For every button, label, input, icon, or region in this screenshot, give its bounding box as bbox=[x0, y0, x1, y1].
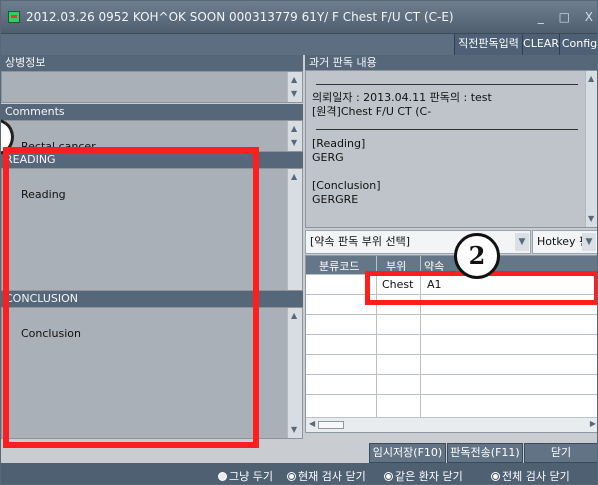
history-conclusion-value: GERGRE bbox=[312, 193, 359, 206]
grid-horizontal-line bbox=[306, 274, 597, 275]
scroll-right-icon[interactable]: ▶ bbox=[590, 419, 596, 428]
scroll-up-icon[interactable]: ▲ bbox=[291, 125, 299, 133]
conclusion-header: CONCLUSION bbox=[1, 291, 303, 307]
history-conclusion-label: [Conclusion] bbox=[312, 179, 381, 192]
scroll-left-icon[interactable]: ◀ bbox=[309, 419, 315, 428]
reading-value: Reading bbox=[21, 188, 66, 201]
scroll-up-icon[interactable]: ▲ bbox=[291, 312, 299, 320]
shortcut-location-value: [약속 판독 부위 선택] bbox=[310, 235, 411, 248]
grid-horizontal-scrollbar[interactable]: ◀ ▶ bbox=[306, 417, 597, 432]
window-title: 2012.03.26 0952 KOH^OK SOON 000313779 61… bbox=[26, 10, 454, 24]
grid-callout-badge: 2 bbox=[454, 233, 500, 279]
grid-cell-shortcut[interactable]: A1 bbox=[427, 278, 442, 291]
comments-header: Comments bbox=[1, 104, 303, 120]
radio-close-same-patient-label: 같은 환자 닫기 bbox=[395, 470, 463, 483]
previous-reading-input-button[interactable]: 직전판독입력 bbox=[454, 34, 522, 55]
radio-button-icon[interactable] bbox=[384, 472, 393, 481]
grid-header: 분류코드 부위 약속 bbox=[306, 256, 597, 274]
radio-close-same-patient-option[interactable]: 같은 환자 닫기 bbox=[384, 468, 463, 484]
config-button[interactable]: Config bbox=[559, 34, 597, 55]
history-separator-middle bbox=[316, 129, 578, 130]
scroll-up-icon[interactable]: ▲ bbox=[291, 173, 299, 181]
history-exam-line: [원격]Chest F/U CT (C- bbox=[312, 105, 432, 118]
clear-button[interactable]: CLEAR bbox=[522, 34, 559, 55]
history-separator-top bbox=[316, 84, 578, 85]
grid-header-code: 분류코드 bbox=[319, 260, 360, 273]
radio-close-all-label: 전체 검사 닫기 bbox=[502, 470, 570, 483]
grid-horizontal-line bbox=[306, 374, 597, 375]
title-bar: 2012.03.26 0952 KOH^OK SOON 000313779 61… bbox=[1, 1, 597, 34]
radio-close-current-option[interactable]: 현재 검사 닫기 bbox=[287, 468, 366, 484]
reading-textbox[interactable]: Reading ▲ bbox=[1, 168, 303, 291]
grid-cell-location[interactable]: Chest bbox=[382, 278, 413, 291]
comments-value: Rectal cancer bbox=[21, 140, 96, 152]
grid-horizontal-line bbox=[306, 394, 597, 395]
diagnosis-info-scrollbar[interactable]: ▲ ▼ bbox=[287, 72, 302, 102]
history-reading-value: GERG bbox=[312, 151, 344, 164]
radio-button-icon[interactable] bbox=[218, 472, 227, 481]
grid-horizontal-line bbox=[306, 334, 597, 335]
comments-scrollbar[interactable]: ▲ ▼ bbox=[287, 121, 302, 151]
reading-scrollbar[interactable]: ▲ bbox=[287, 169, 302, 290]
conclusion-scrollbar[interactable]: ▲ ▼ bbox=[287, 308, 302, 438]
scroll-up-icon[interactable]: ▲ bbox=[291, 76, 299, 84]
history-scrollbar[interactable]: ▲ ▼ bbox=[585, 71, 597, 227]
grid-header-shortcut: 약속 bbox=[424, 260, 445, 273]
app-icon bbox=[8, 11, 20, 23]
radio-keep-option[interactable]: 그냥 두기 bbox=[218, 468, 273, 484]
radio-close-current-label: 현재 검사 닫기 bbox=[298, 470, 366, 483]
scroll-up-icon[interactable]: ▲ bbox=[588, 75, 596, 83]
window-controls: _ □ X bbox=[527, 10, 593, 24]
grid-horizontal-line bbox=[306, 354, 597, 355]
diagnosis-info-textbox[interactable]: ▲ ▼ bbox=[1, 71, 303, 103]
scroll-down-icon[interactable]: ▼ bbox=[588, 215, 596, 223]
grid-header-location: 부위 bbox=[386, 260, 407, 273]
scroll-down-icon[interactable]: ▼ bbox=[291, 139, 299, 147]
radio-keep-label: 그냥 두기 bbox=[229, 470, 273, 483]
radio-button-icon[interactable] bbox=[287, 472, 296, 481]
comments-textbox[interactable]: Rectal cancer ▲ ▼ bbox=[1, 120, 303, 152]
diagnosis-info-header: 상병정보 bbox=[1, 55, 303, 71]
scroll-down-icon[interactable]: ▼ bbox=[291, 90, 299, 98]
grid-horizontal-line bbox=[306, 294, 597, 295]
grid-scroll-thumb[interactable] bbox=[318, 421, 344, 429]
hotkey-select[interactable]: Hotkey 편 ▼ bbox=[532, 230, 597, 254]
chevron-down-icon[interactable]: ▼ bbox=[582, 233, 596, 251]
past-reading-content[interactable]: 의뢰일자 : 2013.04.11 판독의 : test [원격]Chest F… bbox=[305, 70, 597, 228]
application-window: 2012.03.26 0952 KOH^OK SOON 000313779 61… bbox=[0, 0, 598, 485]
top-toolbar: 직전판독입력 CLEAR Config bbox=[1, 34, 597, 55]
grid-horizontal-line bbox=[306, 314, 597, 315]
maximize-icon[interactable]: □ bbox=[559, 10, 570, 24]
shortcut-grid[interactable]: 분류코드 부위 약속 Chest A1 ◀ ▶ bbox=[305, 255, 597, 433]
radio-button-icon[interactable] bbox=[491, 472, 500, 481]
close-icon[interactable]: X bbox=[585, 10, 593, 24]
send-reading-button[interactable]: 판독전송(F11) bbox=[447, 443, 523, 463]
temporary-save-button[interactable]: 임시저장(F10) bbox=[369, 443, 446, 463]
reading-header: READING bbox=[1, 152, 303, 168]
conclusion-textbox[interactable]: Conclusion ▲ ▼ bbox=[1, 307, 303, 439]
scroll-down-icon[interactable]: ▼ bbox=[291, 426, 299, 434]
conclusion-value: Conclusion bbox=[21, 327, 81, 340]
minimize-icon[interactable]: _ bbox=[538, 10, 544, 24]
past-reading-header: 과거 판독 내용 bbox=[305, 55, 597, 71]
close-button[interactable]: 닫기 bbox=[524, 443, 597, 463]
radio-close-all-option[interactable]: 전체 검사 닫기 bbox=[491, 468, 570, 484]
history-reading-label: [Reading] bbox=[312, 137, 366, 150]
history-request-line: 의뢰일자 : 2013.04.11 판독의 : test bbox=[312, 91, 492, 104]
chevron-down-icon[interactable]: ▼ bbox=[515, 233, 529, 251]
close-options-strip: 그냥 두기 현재 검사 닫기 같은 환자 닫기 전체 검사 닫기 bbox=[1, 463, 597, 484]
